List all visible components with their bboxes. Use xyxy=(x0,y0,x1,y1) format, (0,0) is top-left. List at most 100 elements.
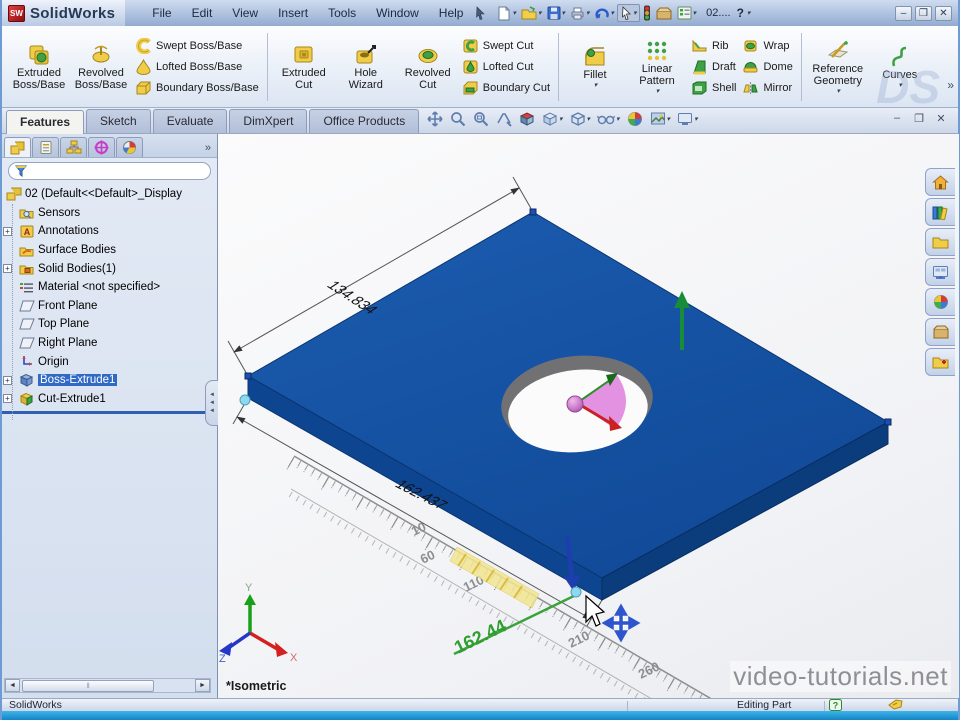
extruded-boss-base-button[interactable]: Extruded Boss/Base xyxy=(8,41,70,93)
tree-item-surface-bodies[interactable]: Surface Bodies xyxy=(2,241,217,260)
zoom-fit-button[interactable] xyxy=(450,111,466,127)
tab-sketch[interactable]: Sketch xyxy=(86,109,151,133)
scroll-left-arrow[interactable] xyxy=(5,679,20,692)
tab-features[interactable]: Features xyxy=(6,110,85,134)
apply-scene-button[interactable] xyxy=(650,111,671,127)
feature-manager-tab[interactable] xyxy=(4,137,31,157)
tree-item-right-plane[interactable]: Right Plane xyxy=(2,334,217,353)
graphics-area[interactable]: 10 60 110 210 260 134.834 162.437 162.44… xyxy=(218,134,959,698)
task-list-button[interactable] xyxy=(675,5,699,21)
menu-edit[interactable]: Edit xyxy=(183,4,222,22)
tags-icon[interactable] xyxy=(888,699,903,711)
wrap-button[interactable]: Wrap xyxy=(742,37,792,55)
fillet-button[interactable]: Fillet xyxy=(564,43,626,91)
tree-filter-input[interactable] xyxy=(8,162,211,180)
custom-properties-tab[interactable] xyxy=(925,318,955,346)
tree-item-material[interactable]: Material <not specified> xyxy=(2,278,217,297)
draft-button[interactable]: Draft xyxy=(691,58,736,76)
tree-item-origin[interactable]: Origin xyxy=(2,352,217,371)
panel-collapse-handle[interactable] xyxy=(205,380,218,426)
fillet-dropdown-caret[interactable] xyxy=(594,81,598,89)
scroll-right-arrow[interactable] xyxy=(195,679,210,692)
view-orientation-button[interactable] xyxy=(542,111,563,127)
linear-pattern-button[interactable]: Linear Pattern xyxy=(626,37,688,97)
panel-tabs-overflow[interactable]: » xyxy=(205,142,215,157)
vertex-dot[interactable] xyxy=(529,208,537,216)
scrollbar-thumb[interactable] xyxy=(22,679,154,692)
mirror-button[interactable]: Mirror xyxy=(742,79,792,97)
tree-horizontal-scrollbar[interactable] xyxy=(4,678,211,693)
open-document-button[interactable] xyxy=(519,5,544,21)
swept-boss-base-button[interactable]: Swept Boss/Base xyxy=(135,37,259,55)
doc-minimize-button[interactable] xyxy=(890,112,904,125)
refgeo-dropdown-caret[interactable] xyxy=(837,87,841,95)
selected-vertex[interactable] xyxy=(239,394,251,406)
dimxpert-manager-tab[interactable] xyxy=(88,137,115,157)
revolved-boss-base-button[interactable]: Revolved Boss/Base xyxy=(70,41,132,93)
tree-item-top-plane[interactable]: Top Plane xyxy=(2,315,217,334)
save-button[interactable] xyxy=(545,5,568,21)
section-view-button[interactable] xyxy=(519,111,535,127)
design-library-tab[interactable] xyxy=(925,198,955,226)
solidworks-resources-tab[interactable] xyxy=(925,168,955,196)
tab-evaluate[interactable]: Evaluate xyxy=(152,109,228,133)
expand-boss-extrude1[interactable] xyxy=(3,375,12,385)
revolved-cut-button[interactable]: Revolved Cut xyxy=(397,41,459,93)
close-button[interactable] xyxy=(935,5,952,21)
tree-item-cut-extrude1[interactable]: Cut-Extrude1 xyxy=(2,390,217,409)
manipulator-knob[interactable] xyxy=(566,395,584,413)
tree-item-sensors[interactable]: Sensors xyxy=(2,204,217,223)
lofted-boss-base-button[interactable]: Lofted Boss/Base xyxy=(135,58,259,76)
appearances-scenes-tab[interactable] xyxy=(925,288,955,316)
rib-button[interactable]: Rib xyxy=(691,37,736,55)
display-style-button[interactable] xyxy=(570,111,591,127)
quick-tips-icon[interactable]: ? xyxy=(829,699,842,711)
vertex-dot[interactable] xyxy=(884,418,892,426)
expand-cut-extrude1[interactable] xyxy=(3,394,12,404)
shell-button[interactable]: Shell xyxy=(691,79,736,97)
menu-insert[interactable]: Insert xyxy=(269,4,317,22)
help-menu-button[interactable]: ? xyxy=(737,6,744,20)
edit-appearance-button[interactable] xyxy=(627,111,643,127)
menu-window[interactable]: Window xyxy=(367,4,428,22)
tree-item-annotations[interactable]: A Annotations xyxy=(2,222,217,241)
minimize-button[interactable] xyxy=(895,5,912,21)
undo-button[interactable] xyxy=(593,5,617,21)
tree-item-front-plane[interactable]: Front Plane xyxy=(2,297,217,316)
hole-wizard-button[interactable]: Hole Wizard xyxy=(335,41,397,93)
curves-button[interactable]: Curves xyxy=(869,43,931,91)
doc-close-button[interactable] xyxy=(934,112,948,125)
hide-show-items-button[interactable] xyxy=(597,112,620,126)
boundary-cut-button[interactable]: Boundary Cut xyxy=(462,79,550,97)
previous-view-button[interactable] xyxy=(496,111,512,127)
document-switcher[interactable]: 02.... xyxy=(706,7,730,19)
zoom-area-button[interactable] xyxy=(473,111,489,127)
tree-item-solid-bodies[interactable]: Solid Bodies(1) xyxy=(2,259,217,278)
restore-button[interactable] xyxy=(915,5,932,21)
tree-item-boss-extrude1[interactable]: Boss-Extrude1 xyxy=(2,371,217,390)
reference-geometry-button[interactable]: Reference Geometry xyxy=(807,37,869,97)
menu-tools[interactable]: Tools xyxy=(319,4,365,22)
toolbar-overflow-chevron[interactable]: » xyxy=(947,78,954,92)
expand-solid-bodies[interactable] xyxy=(3,264,12,274)
extruded-cut-button[interactable]: Extruded Cut xyxy=(273,41,335,93)
tab-office-products[interactable]: Office Products xyxy=(309,109,420,133)
lofted-cut-button[interactable]: Lofted Cut xyxy=(462,58,550,76)
menu-help[interactable]: Help xyxy=(430,4,473,22)
view-palette-tab[interactable] xyxy=(925,258,955,286)
view-settings-button[interactable] xyxy=(677,111,698,127)
options-button[interactable] xyxy=(654,6,674,21)
tab-dimxpert[interactable]: DimXpert xyxy=(229,109,308,133)
rebuild-button[interactable] xyxy=(641,4,653,22)
new-document-button[interactable] xyxy=(495,5,518,22)
selected-vertex[interactable] xyxy=(570,586,582,598)
menu-file[interactable]: File xyxy=(143,4,180,22)
help-dropdown-caret[interactable] xyxy=(747,9,751,17)
pattern-dropdown-caret[interactable] xyxy=(656,87,660,95)
pan-button[interactable] xyxy=(427,111,443,127)
vertex-dot[interactable] xyxy=(244,372,252,380)
menu-view[interactable]: View xyxy=(223,4,267,22)
file-explorer-tab[interactable] xyxy=(925,228,955,256)
tree-item-part[interactable]: 02 (Default<<Default>_Display xyxy=(2,185,217,204)
dome-button[interactable]: Dome xyxy=(742,58,793,76)
